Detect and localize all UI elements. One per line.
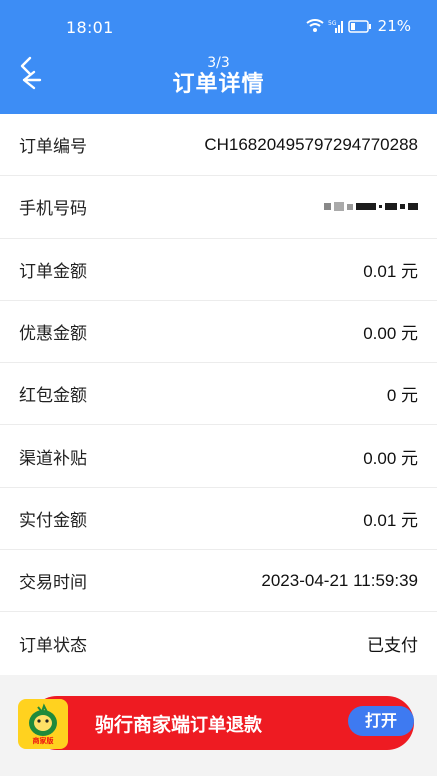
page-title: 订单详情 (172, 72, 265, 97)
row-label: 订单编号 (19, 137, 87, 158)
promo-banner-body[interactable]: 驹行商家端订单退款 打开 (30, 696, 414, 750)
channel-subsidy-row: 渠道补贴 0.00 元 (0, 425, 437, 488)
svg-text:5G: 5G (328, 20, 337, 27)
transaction-time-value: 2023-04-21 11:59:39 (261, 570, 418, 590)
row-label: 实付金额 (19, 510, 87, 531)
discount-amount-value: 0.00 元 (363, 324, 418, 344)
row-label: 交易时间 (19, 573, 87, 594)
row-label: 渠道补贴 (19, 448, 87, 469)
status-bar: 18:01 5G 21% (0, 0, 437, 52)
row-label: 订单金额 (19, 261, 87, 282)
order-amount-value: 0.01 元 (363, 261, 418, 281)
row-label: 优惠金额 (19, 324, 87, 345)
red-packet-amount-row: 红包金额 0 元 (0, 363, 437, 426)
signal-icon: 5G (328, 19, 344, 33)
battery-icon (347, 19, 372, 33)
order-detail-list: 订单编号 CH16820495797294770288 手机号码 订单金额 0.… (0, 114, 437, 675)
promo-text: 驹行商家端订单退款 (95, 710, 262, 737)
order-amount-row: 订单金额 0.01 元 (0, 239, 437, 301)
app-promo-banner[interactable]: 驹行商家端订单退款 打开 商家版 (18, 696, 414, 752)
open-app-button[interactable]: 打开 (348, 706, 414, 736)
system-icons: 5G 21% (306, 17, 411, 35)
transaction-time-row: 交易时间 2023-04-21 11:59:39 (0, 550, 437, 613)
logo-caption: 商家版 (32, 737, 54, 745)
red-packet-amount-value: 0 元 (386, 386, 418, 406)
row-label: 红包金额 (19, 386, 87, 407)
app-logo: 商家版 (18, 699, 68, 749)
channel-subsidy-value: 0.00 元 (363, 448, 418, 468)
paid-amount-value: 0.01 元 (363, 510, 418, 530)
wifi-icon (306, 19, 324, 33)
order-status-value: 已支付 (367, 636, 418, 656)
discount-amount-row: 优惠金额 0.00 元 (0, 301, 437, 364)
row-label: 订单状态 (19, 636, 87, 657)
phone-number-row: 手机号码 (0, 176, 437, 239)
order-status-row: 订单状态 已支付 (0, 612, 437, 674)
promo-app-name: 驹行商家端 (95, 714, 191, 736)
app-header: 18:01 5G 21% 3/3 订单详情 (0, 0, 437, 114)
battery-percent: 21% (377, 17, 411, 35)
masked-phone-value (324, 202, 418, 212)
status-time: 18:01 (66, 18, 114, 37)
promo-action: 订单退款 (190, 715, 263, 736)
row-label: 手机号码 (19, 199, 87, 220)
order-number-row: 订单编号 CH16820495797294770288 (0, 114, 437, 177)
paid-amount-row: 实付金额 0.01 元 (0, 488, 437, 551)
order-number-value: CH16820495797294770288 (204, 134, 418, 154)
